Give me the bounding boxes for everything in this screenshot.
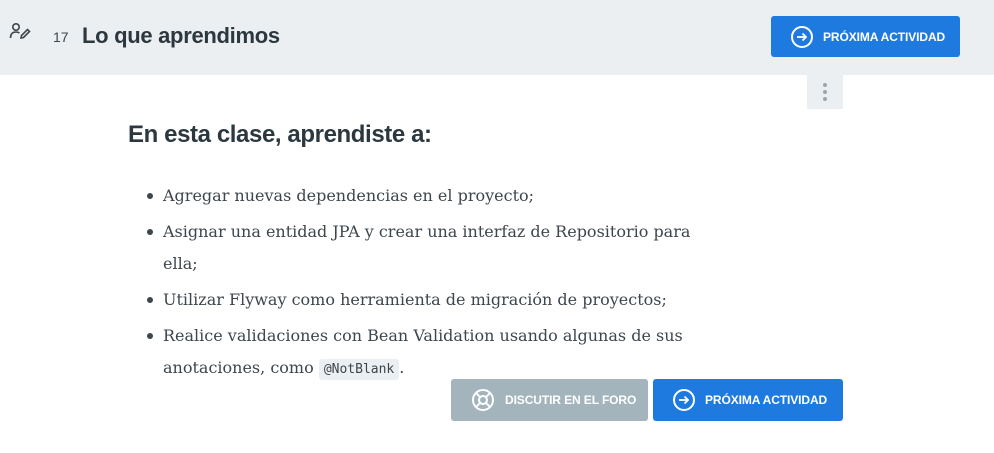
arrow-right-circle-icon [791,25,813,48]
arrow-right-circle-icon [673,389,695,411]
list-item-line2-suffix: . [399,358,405,377]
kebab-menu-icon[interactable] [807,75,843,109]
lesson-number: 17 [53,29,69,45]
content-title: En esta clase, aprendiste a: [128,121,432,148]
next-activity-label: PRÓXIMA ACTIVIDAD [705,393,828,407]
list-item: Realice validaciones con Bean Validation… [147,320,723,386]
learned-list: Agregar nuevas dependencias en el proyec… [147,180,723,390]
discuss-forum-label: DISCUTIR EN EL FORO [505,393,637,407]
user-edit-icon[interactable] [9,22,31,40]
lifebuoy-icon [471,388,495,412]
list-item-line1: Realice validaciones con Bean Validation… [163,326,683,345]
discuss-forum-button[interactable]: DISCUTIR EN EL FORO [451,379,648,421]
kebab-dot [823,83,827,87]
inline-code: @NotBlank [318,359,400,380]
list-item: Asignar una entidad JPA y crear una inte… [147,216,723,280]
next-activity-button-bottom[interactable]: PRÓXIMA ACTIVIDAD [653,379,843,421]
next-activity-button[interactable]: PRÓXIMA ACTIVIDAD [771,16,960,57]
next-activity-label: PRÓXIMA ACTIVIDAD [823,29,946,44]
lesson-title: Lo que aprendimos [82,23,280,48]
kebab-dot [823,97,827,101]
list-item: Utilizar Flyway como herramienta de migr… [147,284,723,316]
kebab-dot [823,90,827,94]
lesson-header: 17 Lo que aprendimos PRÓXIMA ACTIVIDAD [0,0,994,75]
list-item-line2-prefix: anotaciones, como [163,358,314,377]
list-item: Agregar nuevas dependencias en el proyec… [147,180,723,212]
